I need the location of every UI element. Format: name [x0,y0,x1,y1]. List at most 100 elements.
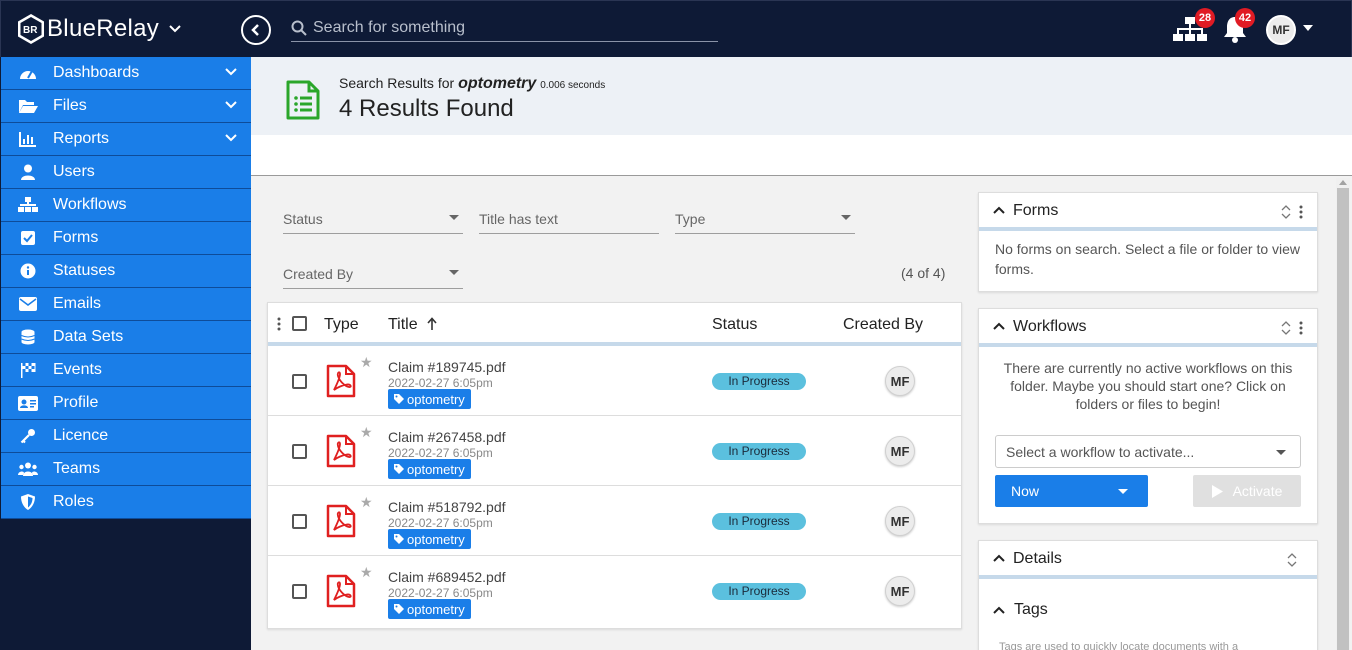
status-filter[interactable]: Status [283,204,463,234]
tags-section-description: Tags are used to quickly locate document… [999,641,1239,650]
row-checkbox[interactable] [292,444,307,459]
sidebar-toggle-button[interactable] [241,15,271,45]
column-menu-icon[interactable] [277,317,281,331]
chevron-up-icon[interactable] [993,554,1005,562]
file-tag[interactable]: optometry [388,389,471,409]
select-all-checkbox[interactable] [292,316,307,331]
file-tag[interactable]: optometry [388,599,471,619]
file-tag[interactable]: optometry [388,529,471,549]
user-menu-caret-icon[interactable] [1303,25,1313,31]
paging-count: (4 of 4) [901,265,946,281]
scroll-up-arrow-icon[interactable] [1339,180,1347,185]
sidebar-item-licence[interactable]: Licence [1,420,251,453]
chevron-up-icon[interactable] [993,606,1005,614]
chevron-down-icon[interactable] [225,134,237,142]
sidebar-item-workflows[interactable]: Workflows [1,189,251,222]
sidebar-item-dashboards[interactable]: Dashboards [1,57,251,90]
table-row[interactable]: ★ Claim #689452.pdf 2022-02-27 6:05pm op… [268,556,961,626]
workflow-notifications[interactable]: 28 [1173,8,1215,48]
tags-section-header[interactable]: Tags [993,601,1048,619]
sort-icon[interactable] [1281,320,1291,336]
chevron-up-icon[interactable] [993,322,1005,330]
scrollbar-thumb[interactable] [1337,188,1349,650]
file-title[interactable]: Claim #518792.pdf [388,499,506,515]
dropdown-caret-icon [449,215,459,220]
details-panel-header[interactable]: Details [979,541,1317,579]
dropdown-caret-icon [1276,450,1286,455]
results-header: Search Results for optometry 0.006 secon… [251,57,1352,135]
logo-letters: BR [23,25,38,36]
forms-panel-body: No forms on search. Select a file or fol… [995,241,1301,277]
creator-avatar[interactable]: MF [885,436,915,466]
chevron-down-icon[interactable] [225,101,237,109]
row-checkbox[interactable] [292,584,307,599]
creator-avatar[interactable]: MF [885,366,915,396]
chevron-down-icon[interactable] [169,25,181,33]
type-filter[interactable]: Type [675,204,855,234]
creator-avatar[interactable]: MF [885,576,915,606]
column-header-type[interactable]: Type [324,316,359,334]
sort-up-arrow-icon[interactable] [427,317,437,330]
file-title[interactable]: Claim #689452.pdf [388,569,506,585]
main-scrollbar[interactable] [1336,178,1350,650]
search-results-prefix: Search Results for [339,75,455,91]
sidebar-item-roles[interactable]: Roles [1,486,251,519]
app-logo[interactable]: BR BlueRelay [17,13,181,45]
sidebar-item-teams[interactable]: Teams [1,453,251,486]
sidebar-item-reports[interactable]: Reports [1,123,251,156]
pdf-file-icon [326,574,356,608]
favorite-star-icon[interactable]: ★ [360,564,373,581]
activate-button[interactable]: Activate [1193,475,1301,507]
envelope-icon [18,297,38,311]
creator-avatar[interactable]: MF [885,506,915,536]
favorite-star-icon[interactable]: ★ [360,424,373,441]
file-tag[interactable]: optometry [388,459,471,479]
search-bar[interactable] [291,15,718,42]
favorite-star-icon[interactable]: ★ [360,494,373,511]
search-input[interactable] [313,19,713,37]
tag-icon [394,394,404,404]
forms-panel-header[interactable]: Forms [979,193,1317,231]
forms-panel-title: Forms [1013,202,1059,219]
bell-notifications[interactable]: 42 [1223,8,1255,48]
column-header-status[interactable]: Status [712,316,757,334]
chevron-down-icon[interactable] [225,68,237,76]
created-by-filter[interactable]: Created By [283,259,463,289]
workflow-select-placeholder: Select a workflow to activate... [1006,443,1195,460]
user-avatar[interactable]: MF [1266,15,1296,45]
sidebar-item-data-sets[interactable]: Data Sets [1,321,251,354]
sidebar-item-users[interactable]: Users [1,156,251,189]
file-date: 2022-02-27 6:05pm [388,376,493,390]
sidebar-item-statuses[interactable]: Statuses [1,255,251,288]
sidebar-item-events[interactable]: Events [1,354,251,387]
sort-icon[interactable] [1281,204,1291,220]
sidebar-item-forms[interactable]: Forms [1,222,251,255]
more-options-icon[interactable] [1299,205,1303,219]
now-dropdown-button[interactable]: Now [995,475,1148,507]
sidebar-item-emails[interactable]: Emails [1,288,251,321]
column-header-title[interactable]: Title [388,316,418,334]
status-filter-placeholder: Status [283,210,323,227]
title-filter-input[interactable]: Title has text [479,204,659,234]
file-title[interactable]: Claim #189745.pdf [388,359,506,375]
row-checkbox[interactable] [292,374,307,389]
workflow-select[interactable]: Select a workflow to activate... [995,435,1301,468]
details-panel-title: Details [1013,550,1062,567]
workflows-panel-header[interactable]: Workflows [979,309,1317,347]
sidebar-item-profile[interactable]: Profile [1,387,251,420]
table-row[interactable]: ★ Claim #518792.pdf 2022-02-27 6:05pm op… [268,486,961,556]
favorite-star-icon[interactable]: ★ [360,354,373,371]
sidebar-item-files[interactable]: Files [1,90,251,123]
row-checkbox[interactable] [292,514,307,529]
column-header-created-by[interactable]: Created By [843,316,923,334]
dashboard-icon [18,65,38,81]
table-row[interactable]: ★ Claim #189745.pdf 2022-02-27 6:05pm op… [268,346,961,416]
shield-icon [18,494,38,510]
file-tag-label: optometry [407,601,465,617]
file-title[interactable]: Claim #267458.pdf [388,429,506,445]
sort-icon[interactable] [1287,552,1297,568]
file-date: 2022-02-27 6:05pm [388,446,493,460]
table-row[interactable]: ★ Claim #267458.pdf 2022-02-27 6:05pm op… [268,416,961,486]
more-options-icon[interactable] [1299,321,1303,335]
chevron-up-icon[interactable] [993,206,1005,214]
